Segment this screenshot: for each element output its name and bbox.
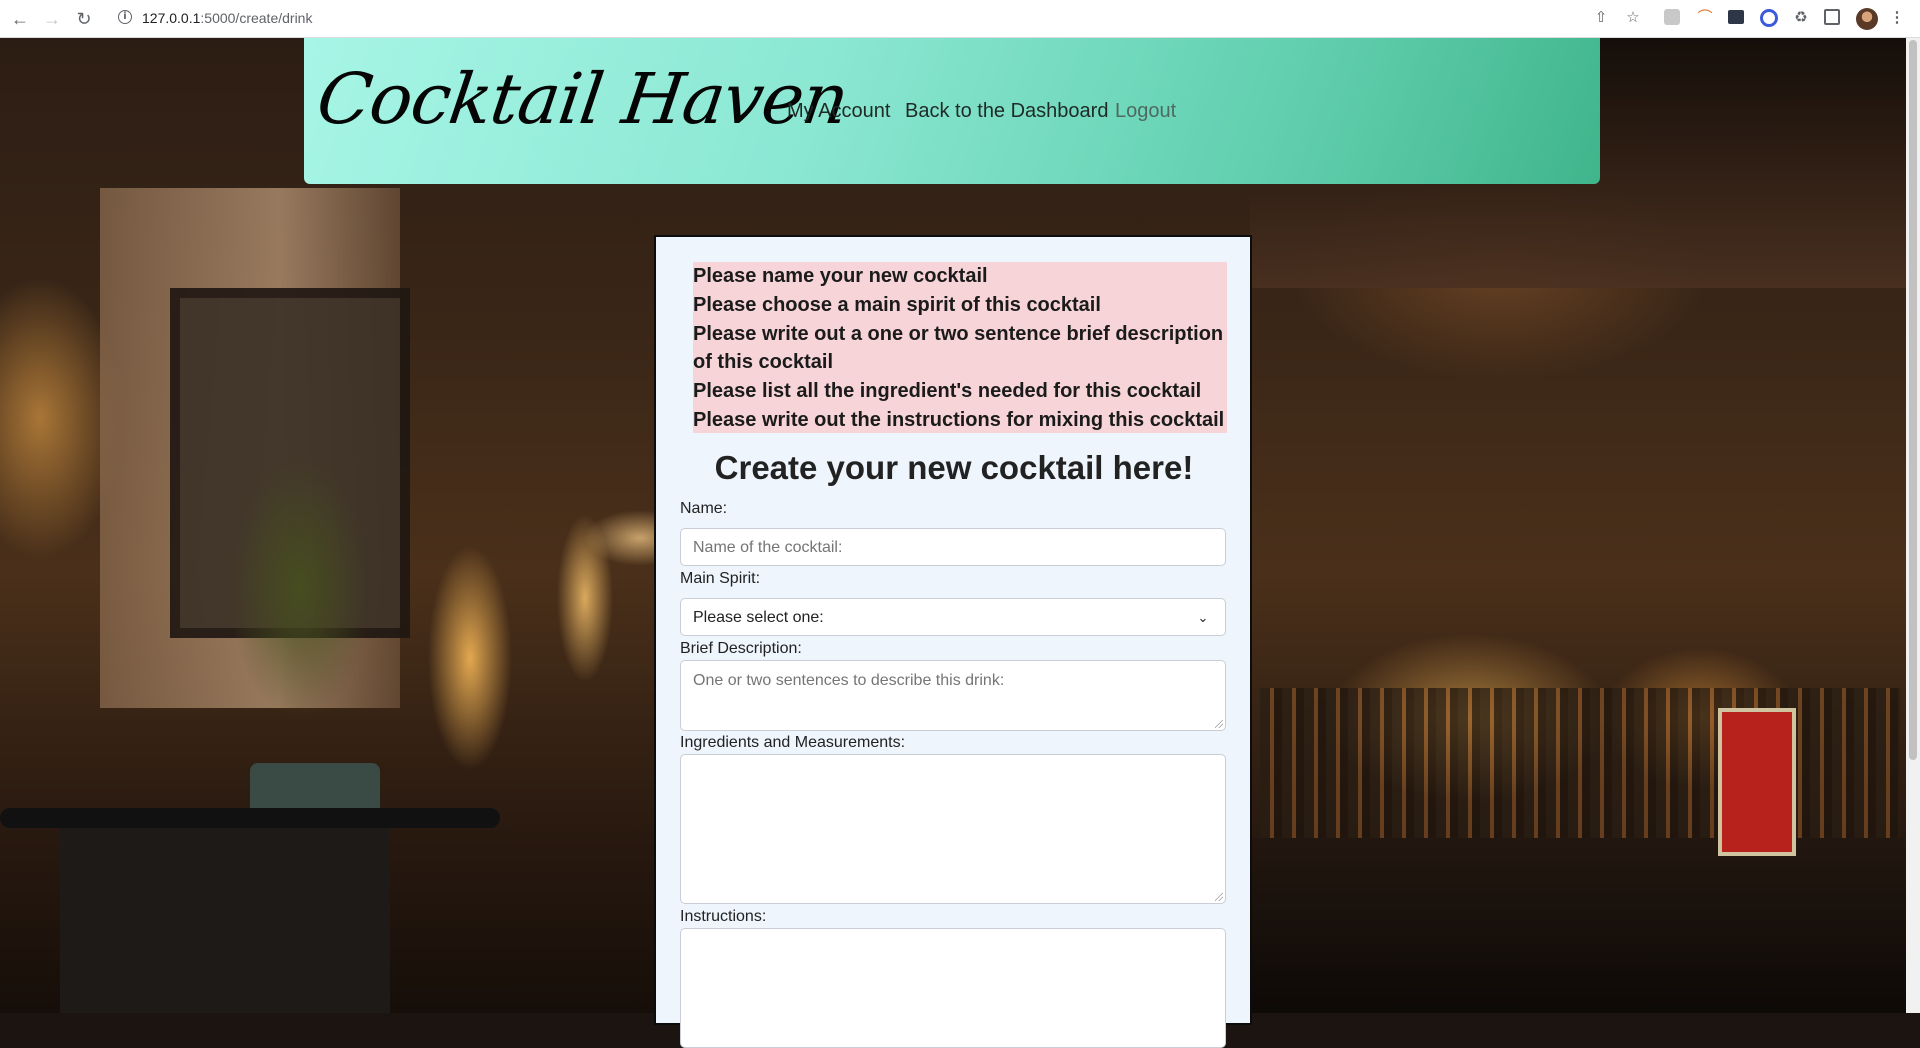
description-textarea[interactable]: One or two sentences to describe this dr… xyxy=(680,660,1226,731)
resize-grip-icon[interactable] xyxy=(1215,893,1223,901)
form-title: Create your new cocktail here! xyxy=(714,449,1194,486)
name-input[interactable]: Name of the cocktail: xyxy=(680,528,1226,566)
profile-avatar[interactable] xyxy=(1856,8,1878,30)
bg-bottle-shelf xyxy=(1260,688,1900,848)
site-info-icon[interactable]: i xyxy=(118,10,132,24)
create-drink-card: Please name your new cocktail Please cho… xyxy=(654,235,1252,1048)
error-messages: Please name your new cocktail Please cho… xyxy=(693,262,1227,433)
nav-logout-link[interactable]: Logout xyxy=(1115,100,1176,123)
menu-kebab-icon[interactable]: ⋮ xyxy=(1888,9,1906,27)
back-arrow-icon[interactable]: ← xyxy=(8,7,32,31)
url-text[interactable]: 127.0.0.1:5000/create/drink xyxy=(142,10,312,26)
spirit-select[interactable]: Please select one: ⌄ xyxy=(680,598,1226,636)
error-description: Please write out a one or two sentence b… xyxy=(693,323,1224,373)
error-name: Please name your new cocktail xyxy=(693,265,988,287)
description-label: Brief Description: xyxy=(680,640,802,657)
page-scrollbar-thumb[interactable] xyxy=(1909,40,1917,760)
nav-dashboard-link[interactable]: Back to the Dashboard xyxy=(905,100,1108,123)
name-placeholder: Name of the cocktail: xyxy=(693,539,843,556)
address-bar[interactable]: i 127.0.0.1:5000/create/drink xyxy=(110,5,1630,33)
extension-icon[interactable] xyxy=(1664,9,1680,25)
bg-counter xyxy=(1250,838,1906,1013)
error-ingredients: Please list all the ingredient's needed … xyxy=(693,380,1202,402)
bg-rail xyxy=(0,808,500,828)
forward-arrow-icon[interactable]: → xyxy=(40,7,64,31)
error-instructions: Please write out the instructions for mi… xyxy=(693,409,1225,431)
rainbow-extension-icon[interactable]: ⌒ xyxy=(1696,9,1714,27)
site-header: Cocktail Haven My Account Back to the Da… xyxy=(304,38,1600,184)
puzzle-extensions-icon[interactable]: ♻ xyxy=(1792,9,1810,27)
side-panel-icon[interactable] xyxy=(1824,9,1840,25)
spirit-selected-value: Please select one: xyxy=(693,609,824,626)
instructions-label: Instructions: xyxy=(680,908,767,925)
name-label: Name: xyxy=(680,500,728,517)
share-icon[interactable]: ⇧ xyxy=(1592,9,1610,27)
bg-chalkboard xyxy=(60,818,390,1013)
instructions-textarea[interactable] xyxy=(680,928,1226,1048)
bg-plant xyxy=(200,398,400,778)
chevron-down-icon: ⌄ xyxy=(1197,610,1209,625)
spirit-label: Main Spirit: xyxy=(680,570,761,587)
nav-my-account-link[interactable]: My Account xyxy=(787,100,890,123)
error-spirit: Please choose a main spirit of this cock… xyxy=(693,294,1101,316)
reload-icon[interactable]: ↻ xyxy=(72,7,96,31)
resize-grip-icon[interactable] xyxy=(1215,720,1223,728)
circle-extension-icon[interactable] xyxy=(1760,9,1778,27)
ingredients-textarea[interactable] xyxy=(680,754,1226,904)
browser-toolbar: ← → ↻ i 127.0.0.1:5000/create/drink ⇧ ☆ … xyxy=(0,0,1920,38)
monitor-extension-icon[interactable] xyxy=(1728,10,1744,24)
brand-logo[interactable]: Cocktail Haven xyxy=(312,58,853,140)
ingredients-label: Ingredients and Measurements: xyxy=(680,734,906,751)
description-placeholder: One or two sentences to describe this dr… xyxy=(693,672,1005,689)
bookmark-star-icon[interactable]: ☆ xyxy=(1624,9,1642,27)
bg-popcorn-machine xyxy=(1718,708,1796,856)
